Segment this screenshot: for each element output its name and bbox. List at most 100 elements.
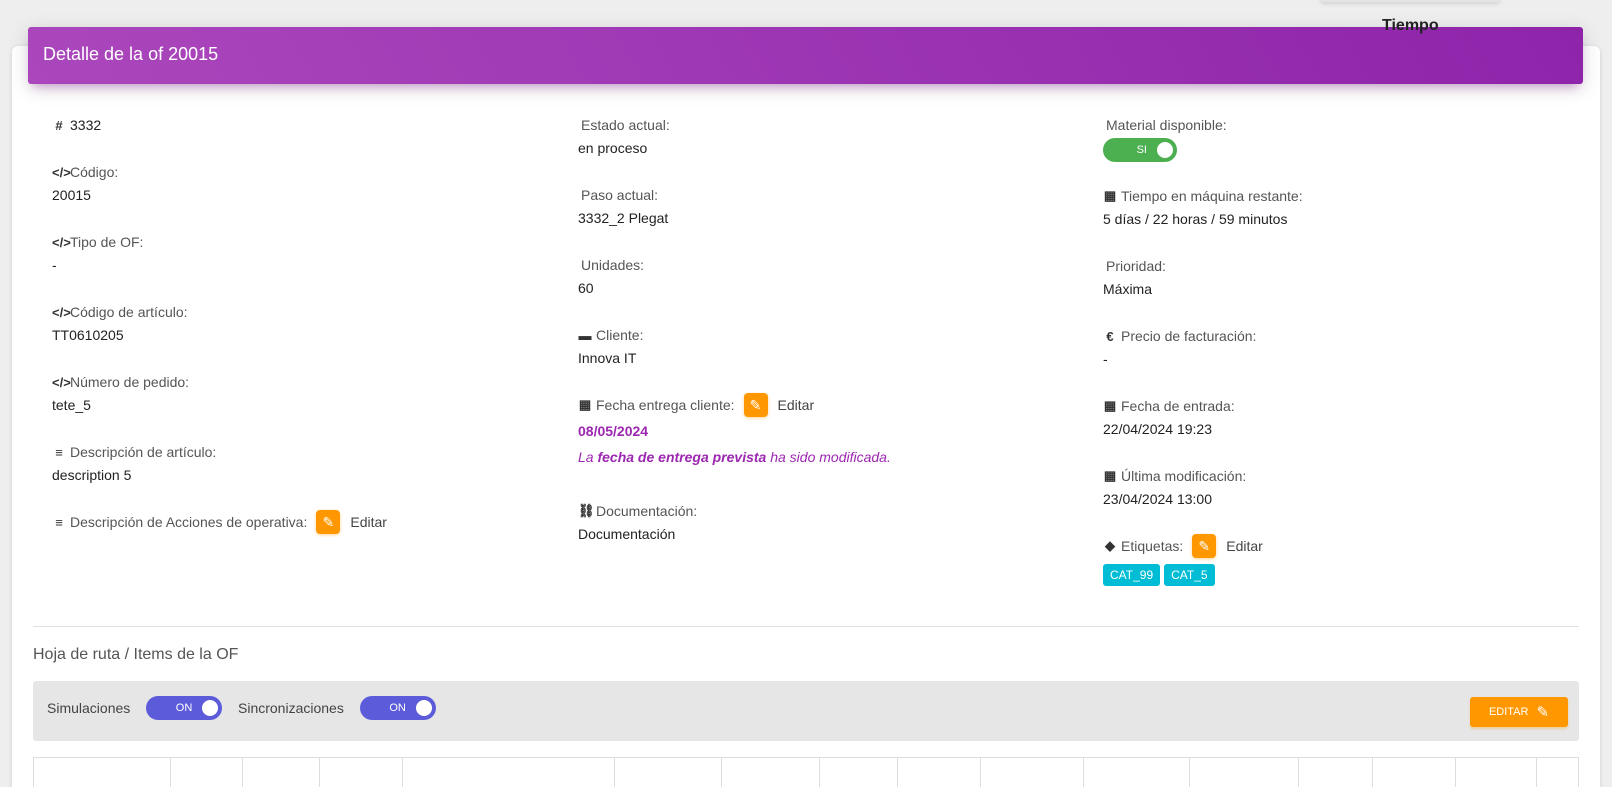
table-column-divider	[1455, 758, 1456, 787]
tiempo-value: 5 días / 22 horas / 59 minutos	[1103, 211, 1288, 227]
pencil-icon: ✎	[1198, 537, 1211, 554]
edit-fecha-entrega-button[interactable]: ✎	[743, 393, 768, 417]
sincronizaciones-toggle-text: ON	[389, 702, 406, 714]
bars-icon: ≡	[55, 514, 63, 530]
material-label: Material disponible:	[1106, 117, 1227, 133]
simulaciones-toggle-text: ON	[175, 702, 193, 714]
code-icon: </>	[52, 374, 71, 390]
table-column-divider	[402, 758, 403, 787]
sincronizaciones-toggle[interactable]: ON	[359, 696, 436, 720]
table-column-divider	[1372, 758, 1373, 787]
calendar-icon: ▦	[1103, 188, 1117, 203]
pedido-label: Número de pedido:	[70, 374, 190, 390]
unidades-label: Unidades:	[581, 257, 645, 273]
field-codigo: </> Código: 20015	[52, 163, 118, 205]
codigo-value: 20015	[52, 187, 91, 203]
table-column-divider	[170, 758, 171, 787]
cliente-label: Cliente:	[596, 327, 644, 343]
descripcion-label: Descripción de artículo:	[70, 444, 217, 460]
table-column-divider	[721, 758, 722, 787]
edit-acciones-label[interactable]: Editar	[350, 514, 387, 530]
id-value: 3332	[70, 117, 102, 133]
section-divider	[33, 626, 1579, 627]
top-nav-shadow	[1320, 0, 1500, 2]
code-icon: </>	[52, 304, 71, 320]
fecha-entrega-value: 08/05/2024	[578, 423, 649, 439]
hash-icon: #	[55, 117, 63, 133]
editar-route-button[interactable]: EDITAR ✎	[1470, 697, 1568, 727]
route-table	[33, 757, 1579, 787]
field-cliente: ▬ Cliente: Innova IT	[578, 326, 643, 368]
acciones-label: Descripción de Acciones de operativa:	[70, 514, 308, 530]
table-column-divider	[319, 758, 320, 787]
codigo-label: Código:	[70, 164, 119, 180]
table-column-divider	[897, 758, 898, 787]
edit-fecha-entrega-label[interactable]: Editar	[778, 397, 815, 413]
precio-label: Precio de facturación:	[1121, 328, 1257, 344]
calendar-icon: ▦	[578, 397, 592, 412]
prioridad-label: Prioridad:	[1106, 258, 1166, 274]
cliente-value: Innova IT	[578, 350, 637, 366]
tag-icon: ◆	[1105, 538, 1115, 553]
pedido-value: tete_5	[52, 397, 91, 413]
field-documentacion: ⛓ Documentación: Documentación	[578, 502, 697, 544]
table-column-divider	[1298, 758, 1299, 787]
pencil-icon: ✎	[322, 513, 335, 530]
field-prioridad: Prioridad: Máxima	[1103, 257, 1166, 299]
table-column-divider	[242, 758, 243, 787]
note-pre: La	[578, 449, 594, 465]
simulaciones-control: Simulaciones ON	[47, 696, 223, 720]
briefcase-icon: ▬	[578, 327, 592, 343]
toggle-knob	[202, 700, 219, 716]
field-paso: Paso actual: 3332_2 Plegat	[578, 186, 668, 228]
route-toolbar: Simulaciones ON Sincronizaciones ON EDIT…	[33, 681, 1579, 741]
modificacion-label: Última modificación:	[1121, 468, 1247, 484]
prioridad-value: Máxima	[1103, 281, 1153, 297]
table-column-divider	[1083, 758, 1084, 787]
toggle-knob	[415, 700, 432, 716]
field-articulo: </> Código de artículo: TT0610205	[52, 303, 188, 345]
field-precio: € Precio de facturación: -	[1103, 327, 1256, 369]
calendar-icon: ▦	[1103, 398, 1117, 413]
tiempo-label: Tiempo en máquina restante:	[1121, 188, 1303, 204]
link-icon: ⛓	[578, 503, 595, 518]
note-bold: fecha de entrega prevista	[597, 449, 767, 465]
field-unidades: Unidades: 60	[578, 256, 644, 298]
sincronizaciones-label: Sincronizaciones	[238, 700, 344, 716]
field-id: #3332	[52, 116, 101, 134]
estado-label: Estado actual:	[581, 117, 670, 133]
modificacion-value: 23/04/2024 13:00	[1103, 491, 1212, 507]
field-descripcion: ≡ Descripción de artículo: description 5	[52, 443, 216, 485]
material-toggle-text: SI	[1136, 144, 1147, 156]
toggle-knob	[1157, 142, 1173, 158]
field-estado: Estado actual: en proceso	[578, 116, 670, 158]
edit-etiquetas-button[interactable]: ✎	[1192, 534, 1217, 558]
estado-value: en proceso	[578, 140, 648, 156]
field-material: Material disponible: SI	[1103, 116, 1227, 162]
table-column-divider	[980, 758, 981, 787]
edit-etiquetas-label[interactable]: Editar	[1226, 538, 1263, 554]
page-title: Detalle de la of 20015	[43, 44, 219, 64]
table-column-divider	[614, 758, 615, 787]
paso-value: 3332_2 Plegat	[578, 210, 669, 226]
tipo-value: -	[52, 257, 57, 273]
simulaciones-toggle[interactable]: ON	[146, 696, 223, 720]
etiquetas-label: Etiquetas:	[1121, 538, 1184, 554]
tag-list: CAT_99 CAT_5	[1103, 564, 1263, 586]
material-toggle[interactable]: SI	[1103, 138, 1177, 162]
documentacion-link[interactable]: Documentación	[578, 526, 697, 544]
field-entrada: ▦ Fecha de entrada: 22/04/2024 19:23	[1103, 397, 1235, 439]
field-tiempo: ▦ Tiempo en máquina restante: 5 días / 22…	[1103, 187, 1303, 229]
pencil-icon: ✎	[749, 396, 762, 413]
unidades-value: 60	[578, 280, 594, 296]
euro-icon: €	[1106, 328, 1114, 344]
tag-badge: CAT_99	[1103, 564, 1161, 586]
fecha-entrega-label: Fecha entrega cliente:	[596, 397, 735, 413]
documentacion-label: Documentación:	[596, 503, 698, 519]
table-column-divider	[1189, 758, 1190, 787]
code-icon: </>	[52, 164, 71, 180]
entrada-value: 22/04/2024 19:23	[1103, 421, 1212, 437]
edit-acciones-button[interactable]: ✎	[316, 510, 341, 534]
simulaciones-label: Simulaciones	[47, 700, 131, 716]
note-post: ha sido modificada.	[770, 449, 891, 465]
